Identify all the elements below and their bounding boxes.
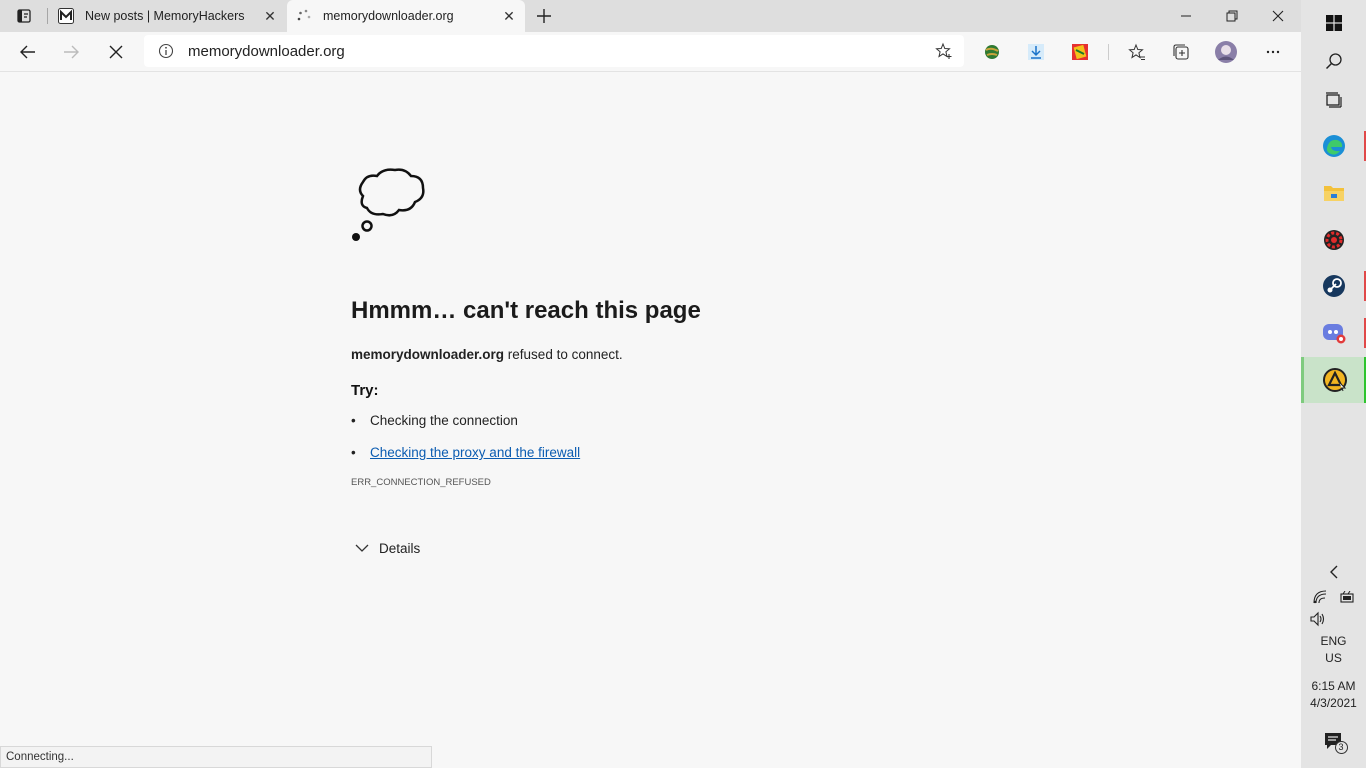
tip-check-connection: Checking the connection bbox=[370, 413, 518, 428]
download-extension-icon bbox=[1028, 44, 1044, 60]
tab-actions-icon bbox=[17, 9, 31, 23]
navigation-toolbar: memorydownloader.org bbox=[0, 32, 1301, 72]
card-game-extension-icon bbox=[1072, 44, 1088, 60]
collections-button[interactable] bbox=[1165, 36, 1197, 68]
close-tab-icon[interactable]: ✕ bbox=[499, 6, 519, 26]
tab-memoryhackers[interactable]: New posts | MemoryHackers ✕ bbox=[49, 0, 286, 32]
tab-actions-button[interactable] bbox=[8, 6, 40, 26]
browser-window: New posts | MemoryHackers ✕ memorydownlo… bbox=[0, 0, 1301, 768]
tips-list: Checking the connection Checking the pro… bbox=[351, 413, 951, 477]
discord-icon bbox=[1322, 324, 1345, 344]
keyboard-region: US bbox=[1325, 651, 1342, 665]
show-hidden-icons-button[interactable] bbox=[1301, 562, 1366, 582]
action-center-button[interactable]: 3 bbox=[1301, 728, 1366, 754]
extension-download-button[interactable] bbox=[1020, 36, 1052, 68]
notification-icon: 3 bbox=[1323, 730, 1348, 754]
tip-item: Checking the proxy and the firewall bbox=[351, 445, 951, 477]
windows-logo-icon bbox=[1325, 15, 1342, 31]
tip-item: Checking the connection bbox=[351, 413, 951, 445]
clock-date: 4/3/2021 bbox=[1310, 696, 1357, 710]
minimize-icon bbox=[1181, 15, 1191, 17]
forward-arrow-icon bbox=[64, 45, 79, 59]
error-reason: refused to connect. bbox=[507, 347, 623, 362]
more-dots-icon bbox=[1266, 50, 1280, 54]
try-label: Try: bbox=[351, 382, 379, 399]
stop-x-icon bbox=[109, 45, 123, 59]
taskbar-app-red[interactable] bbox=[1301, 217, 1366, 263]
profile-avatar-icon bbox=[1215, 41, 1237, 63]
notification-count-badge: 3 bbox=[1334, 741, 1348, 754]
battery-icon[interactable] bbox=[1339, 591, 1355, 603]
taskbar-active-app[interactable] bbox=[1301, 357, 1366, 403]
url-text: memorydownloader.org bbox=[188, 42, 345, 60]
tab-divider bbox=[47, 8, 48, 24]
tab-title: memorydownloader.org bbox=[323, 9, 454, 23]
collections-icon bbox=[1173, 44, 1189, 60]
extension-globe-button[interactable] bbox=[976, 36, 1008, 68]
details-toggle[interactable]: Details bbox=[351, 540, 951, 556]
taskbar-edge[interactable] bbox=[1301, 123, 1366, 169]
add-favorite-star-icon[interactable] bbox=[932, 39, 956, 63]
search-icon bbox=[1325, 53, 1342, 70]
memoryhackers-m-icon bbox=[58, 8, 74, 24]
volume-button[interactable] bbox=[1301, 611, 1366, 629]
favorites-star-icon bbox=[1128, 43, 1145, 60]
status-bar: Connecting... bbox=[0, 746, 432, 768]
network-icon[interactable] bbox=[1312, 590, 1327, 604]
chevron-down-icon bbox=[355, 540, 377, 556]
taskbar-discord[interactable] bbox=[1301, 310, 1366, 356]
restore-button[interactable] bbox=[1209, 0, 1255, 32]
taskbar-steam[interactable] bbox=[1301, 263, 1366, 309]
new-tab-button[interactable] bbox=[532, 4, 556, 28]
taskbar-file-explorer[interactable] bbox=[1301, 170, 1366, 216]
globe-extension-icon bbox=[985, 45, 999, 59]
error-page: Hmmm… can't reach this page memorydownlo… bbox=[351, 166, 951, 556]
tip-proxy-firewall-link[interactable]: Checking the proxy and the firewall bbox=[370, 445, 580, 460]
close-icon bbox=[1272, 10, 1284, 22]
red-gear-app-icon bbox=[1323, 230, 1344, 250]
favorites-button[interactable] bbox=[1121, 36, 1153, 68]
stop-loading-button[interactable] bbox=[100, 36, 132, 68]
restore-icon bbox=[1226, 10, 1238, 22]
taskbar: ENG US 6:15 AM 4/3/2021 3 bbox=[1301, 0, 1366, 768]
yellow-triangle-app-icon bbox=[1323, 368, 1347, 392]
error-message: memorydownloader.org refused to connect. bbox=[351, 347, 951, 362]
tab-title: New posts | MemoryHackers bbox=[85, 9, 245, 23]
extension-uno-button[interactable] bbox=[1064, 36, 1096, 68]
language-code: ENG bbox=[1320, 634, 1347, 648]
tab-strip: New posts | MemoryHackers ✕ memorydownlo… bbox=[0, 0, 1301, 32]
minimize-button[interactable] bbox=[1163, 0, 1209, 32]
tab-memorydownloader[interactable]: memorydownloader.org ✕ bbox=[287, 0, 525, 32]
close-tab-icon[interactable]: ✕ bbox=[260, 6, 280, 26]
address-bar[interactable]: memorydownloader.org bbox=[144, 35, 964, 67]
close-window-button[interactable] bbox=[1255, 0, 1301, 32]
volume-icon bbox=[1310, 611, 1325, 627]
back-arrow-icon bbox=[20, 45, 35, 59]
language-indicator[interactable]: ENG US bbox=[1301, 633, 1366, 667]
profile-button[interactable] bbox=[1210, 36, 1242, 68]
edge-browser-icon bbox=[1322, 135, 1345, 157]
error-heading: Hmmm… can't reach this page bbox=[351, 297, 701, 324]
plus-icon bbox=[537, 9, 551, 23]
error-code: ERR_CONNECTION_REFUSED bbox=[351, 477, 491, 488]
details-label: Details bbox=[379, 540, 421, 556]
forward-button[interactable] bbox=[55, 36, 87, 68]
thought-cloud-icon bbox=[352, 168, 425, 241]
folder-icon bbox=[1323, 186, 1344, 201]
steam-icon bbox=[1322, 275, 1345, 297]
error-host: memorydownloader.org bbox=[351, 347, 505, 362]
back-button[interactable] bbox=[12, 36, 44, 68]
chevron-left-icon bbox=[1329, 565, 1337, 579]
clock[interactable]: 6:15 AM 4/3/2021 bbox=[1301, 678, 1366, 712]
tray-status-icons bbox=[1301, 588, 1366, 606]
settings-more-button[interactable] bbox=[1257, 36, 1289, 68]
toolbar-divider bbox=[1108, 44, 1109, 60]
site-info-icon[interactable] bbox=[156, 41, 176, 61]
task-view-icon bbox=[1325, 92, 1342, 108]
loading-spinner-icon bbox=[296, 8, 312, 24]
task-view-button[interactable] bbox=[1301, 77, 1366, 123]
clock-time: 6:15 AM bbox=[1311, 679, 1356, 693]
